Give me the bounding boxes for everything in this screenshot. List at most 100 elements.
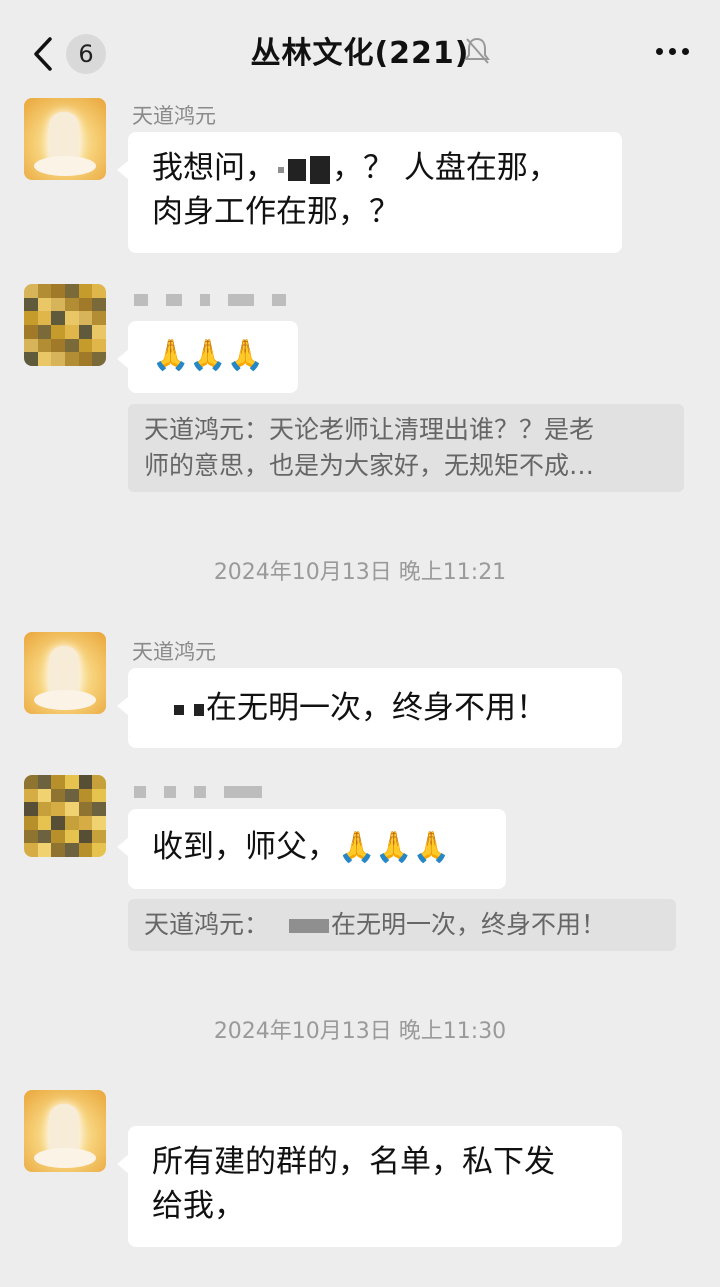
redaction-mark <box>272 294 286 306</box>
timestamp: 2024年10月13日 晚上11:21 <box>213 560 507 585</box>
sender-name: 天道鸿元 <box>132 104 216 128</box>
message-text: 我想问， <box>152 150 276 186</box>
mosaic-cell <box>65 311 79 325</box>
mosaic-cell <box>51 775 65 789</box>
more-icon-dot <box>682 48 689 55</box>
timestamp: 2024年10月13日 晚上11:30 <box>213 1019 507 1044</box>
mosaic-cell <box>78 325 93 339</box>
quoted-message[interactable]: 天道鸿元： 在无明一次，终身不用！ <box>128 899 676 951</box>
redaction-mark <box>164 786 176 798</box>
redaction-mark <box>166 294 182 306</box>
mute-bell-icon <box>464 37 490 64</box>
mosaic-cell <box>65 325 79 339</box>
more-icon-dot <box>669 48 676 55</box>
avatar-tiandao[interactable] <box>24 98 106 180</box>
avatar-pixelated[interactable] <box>24 775 106 857</box>
message-text: 在无明一次，终身不用！ <box>206 690 547 726</box>
mosaic-cell <box>65 284 79 298</box>
message-bubble[interactable]: 🙏🙏🙏 <box>117 321 298 393</box>
mosaic-cell <box>92 829 106 844</box>
redaction-mark <box>174 704 184 715</box>
mosaic-cell <box>92 297 106 312</box>
mosaic-cell <box>78 297 93 312</box>
redaction-mark <box>200 294 210 306</box>
redaction-mark <box>134 786 146 798</box>
mosaic-cell <box>92 338 106 353</box>
message-text: 肉身工作在那，？ <box>152 194 400 230</box>
folded-hands-emoji: 🙏🙏🙏 <box>338 830 451 865</box>
quote-text: 在无明一次，终身不用！ <box>331 910 607 939</box>
redaction-mark <box>289 919 330 933</box>
mosaic-cell <box>24 829 38 844</box>
mosaic-cell <box>24 816 38 830</box>
avatar-pixelated[interactable] <box>24 284 106 366</box>
mosaic-cell <box>65 775 79 789</box>
quote-text: 天道鸿元：天论老师让清理出谁？？是老 <box>144 415 595 444</box>
mosaic-cell <box>92 843 106 857</box>
avatar-tiandao[interactable] <box>24 1090 106 1172</box>
mosaic-cell <box>37 338 52 353</box>
mosaic-cell <box>37 352 52 366</box>
mosaic-cell <box>78 775 93 789</box>
mosaic-cell <box>24 843 38 857</box>
message-text: 所有建的群的，名单，私下发 <box>152 1144 555 1180</box>
message-bubble[interactable]: 收到，师父，🙏🙏🙏 <box>117 809 506 889</box>
sender-name: 天道鸿元 <box>132 640 216 664</box>
redaction-mark <box>134 294 148 306</box>
message-bubble[interactable]: 在无明一次，终身不用！ <box>117 668 622 748</box>
mosaic-cell <box>37 775 52 789</box>
mosaic-cell <box>24 284 38 298</box>
more-icon <box>656 48 663 55</box>
mosaic-cell <box>51 338 65 353</box>
message-line: 我想问， ，？ 人盘在那， <box>152 146 598 190</box>
mosaic-cell <box>51 297 65 312</box>
mosaic-cell <box>51 352 65 366</box>
folded-hands-emoji: 🙏🙏🙏 <box>152 338 265 373</box>
mosaic-cell <box>92 802 106 816</box>
mosaic-cell <box>24 325 38 339</box>
avatar-tiandao[interactable] <box>24 632 106 714</box>
message-text: 给我， <box>152 1188 245 1224</box>
mosaic-cell <box>37 284 52 298</box>
mosaic-cell <box>78 802 93 816</box>
mosaic-cell <box>24 352 38 366</box>
mosaic-cell <box>24 311 38 325</box>
mosaic-cell <box>92 788 106 803</box>
sender-name-redacted <box>134 294 304 308</box>
mosaic-cell <box>92 325 106 339</box>
chat-title: 丛林文化(221) <box>250 36 470 71</box>
mosaic-cell <box>51 311 65 325</box>
mosaic-cell <box>37 325 52 339</box>
mosaic-cell <box>78 338 93 353</box>
redaction-mark <box>310 155 330 184</box>
mosaic-cell <box>78 352 93 366</box>
mosaic-cell <box>37 816 52 830</box>
mosaic-cell <box>51 843 65 857</box>
mosaic-cell <box>92 311 106 325</box>
mosaic-cell <box>65 338 79 353</box>
redaction-mark <box>278 166 284 173</box>
mosaic-cell <box>51 829 65 844</box>
message-bubble[interactable]: 我想问， ，？ 人盘在那， 肉身工作在那，？ <box>117 132 622 253</box>
mosaic-cell <box>37 829 52 844</box>
message-bubble[interactable]: 所有建的群的，名单，私下发 给我， <box>117 1126 622 1247</box>
more-options-button[interactable] <box>656 40 696 64</box>
mosaic-cell <box>51 325 65 339</box>
mosaic-cell <box>24 338 38 353</box>
mosaic-cell <box>37 311 52 325</box>
mosaic-cell <box>51 788 65 803</box>
mosaic-cell <box>24 775 38 789</box>
redaction-mark <box>224 786 262 798</box>
redaction-mark <box>288 158 306 181</box>
mosaic-cell <box>78 284 93 298</box>
quote-text: 天道鸿元： <box>144 910 270 939</box>
mosaic-cell <box>78 816 93 830</box>
mosaic-cell <box>92 775 106 789</box>
mosaic-cell <box>65 843 79 857</box>
mosaic-cell <box>65 352 79 366</box>
quoted-message[interactable]: 天道鸿元：天论老师让清理出谁？？是老 师的意思，也是为大家好，无规矩不成… <box>128 404 684 492</box>
mosaic-cell <box>24 802 38 816</box>
mosaic-cell <box>78 311 93 325</box>
message-text: 收到，师父， <box>152 829 338 865</box>
mosaic-cell <box>65 788 79 803</box>
